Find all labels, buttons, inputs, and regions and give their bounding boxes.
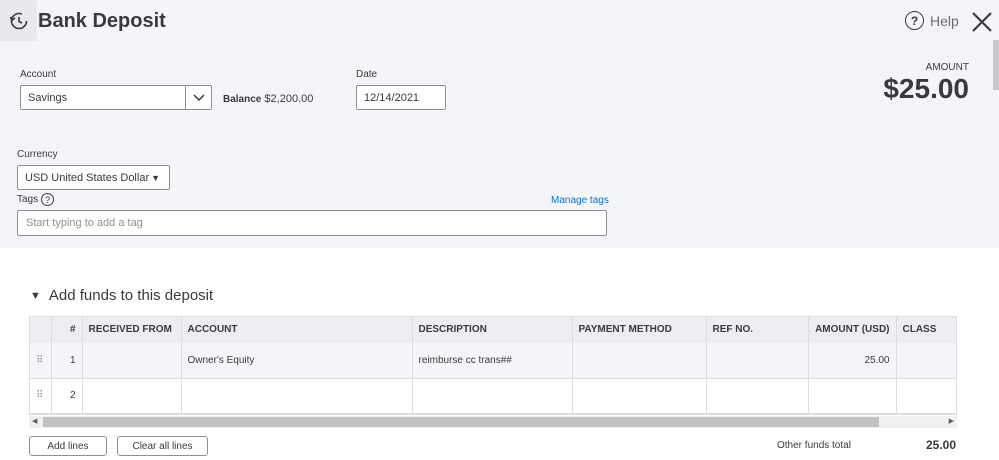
date-field[interactable]: 12/14/2021	[356, 85, 446, 110]
tags-label-group: Tags ?	[17, 193, 55, 206]
help-label: Help	[930, 12, 959, 29]
other-funds-total-value: 25.00	[925, 438, 956, 452]
cell-ref-no[interactable]	[706, 378, 809, 414]
history-clock-icon	[9, 12, 27, 29]
account-dropdown-toggle[interactable]	[185, 86, 211, 109]
help-circle-icon: ?	[905, 11, 924, 30]
date-label: Date	[356, 69, 378, 80]
cell-account[interactable]: Owner's Equity	[181, 343, 413, 379]
tags-help-icon[interactable]: ?	[41, 193, 55, 206]
col-amount: AMOUNT (USD)	[808, 316, 897, 343]
col-account: ACCOUNT	[181, 316, 413, 343]
cell-account[interactable]	[181, 378, 413, 414]
page-scrollbar[interactable]	[993, 40, 999, 90]
chevron-down-icon	[192, 93, 205, 101]
cell-description[interactable]: reimburse cc trans##	[412, 343, 573, 379]
cell-received-from[interactable]	[82, 343, 182, 379]
balance-label: Balance	[223, 94, 262, 105]
currency-value: USD United States Dollar	[25, 171, 150, 184]
balance-value: $2,200.00	[264, 93, 314, 105]
cell-class[interactable]	[896, 378, 957, 414]
account-value: Savings	[28, 91, 68, 104]
row-number: 2	[51, 378, 83, 414]
col-drag	[29, 316, 52, 343]
col-number: #	[51, 316, 83, 343]
cell-payment-method[interactable]	[572, 378, 707, 414]
col-class: CLASS	[896, 316, 957, 343]
amount-label: AMOUNT	[925, 62, 969, 73]
drag-handle-icon[interactable]: ⠿	[29, 378, 52, 414]
col-received-from: RECEIVED FROM	[82, 316, 182, 343]
row-number: 1	[51, 343, 83, 379]
caret-down-icon: ▼	[151, 172, 160, 183]
table-row[interactable]: ⠿ 2	[29, 378, 957, 414]
add-lines-button[interactable]: Add lines	[29, 436, 107, 456]
manage-tags-link[interactable]: Manage tags	[551, 195, 609, 206]
close-icon[interactable]	[970, 10, 994, 34]
tags-label: Tags	[17, 194, 39, 205]
clear-all-lines-button[interactable]: Clear all lines	[117, 436, 208, 456]
cell-class[interactable]	[896, 343, 957, 379]
cell-ref-no[interactable]	[706, 343, 809, 379]
col-ref-no: REF NO.	[706, 316, 809, 343]
tags-input[interactable]: Start typing to add a tag	[17, 210, 607, 236]
drag-handle-icon[interactable]: ⠿	[29, 343, 52, 379]
history-button[interactable]	[0, 0, 37, 41]
cell-received-from[interactable]	[82, 378, 182, 414]
account-select[interactable]: Savings	[20, 85, 212, 110]
scrollbar-thumb[interactable]	[43, 417, 879, 427]
cell-amount[interactable]	[808, 378, 897, 414]
other-funds-total-label: Other funds total	[777, 440, 851, 451]
collapse-triangle-icon: ▼	[30, 289, 41, 302]
help-button[interactable]: ? Help	[905, 11, 959, 30]
account-label: Account	[20, 69, 57, 80]
currency-label: Currency	[17, 149, 58, 160]
currency-select[interactable]: USD United States Dollar ▼	[17, 165, 170, 190]
col-payment-method: PAYMENT METHOD	[572, 316, 707, 343]
table-horizontal-scrollbar[interactable]: ◀ ▶	[29, 416, 957, 428]
account-balance: Balance $2,200.00	[223, 93, 313, 105]
table-header-row: # RECEIVED FROM ACCOUNT DESCRIPTION PAYM…	[29, 316, 957, 343]
section-title: Add funds to this deposit	[48, 287, 214, 304]
scroll-right-arrow-icon[interactable]: ▶	[949, 416, 954, 428]
cell-amount[interactable]: 25.00	[808, 343, 897, 379]
cell-description[interactable]	[412, 378, 573, 414]
deposit-section-toggle[interactable]: ▼ Add funds to this deposit	[30, 287, 213, 304]
amount-total: $25.00	[883, 73, 969, 104]
scroll-left-arrow-icon[interactable]: ◀	[32, 416, 37, 428]
table-row[interactable]: ⠿ 1 Owner's Equity reimburse cc trans## …	[29, 343, 957, 379]
cell-payment-method[interactable]	[572, 343, 707, 379]
page-title: Bank Deposit	[38, 10, 166, 32]
deposit-table: # RECEIVED FROM ACCOUNT DESCRIPTION PAYM…	[29, 316, 957, 414]
col-description: DESCRIPTION	[412, 316, 573, 343]
